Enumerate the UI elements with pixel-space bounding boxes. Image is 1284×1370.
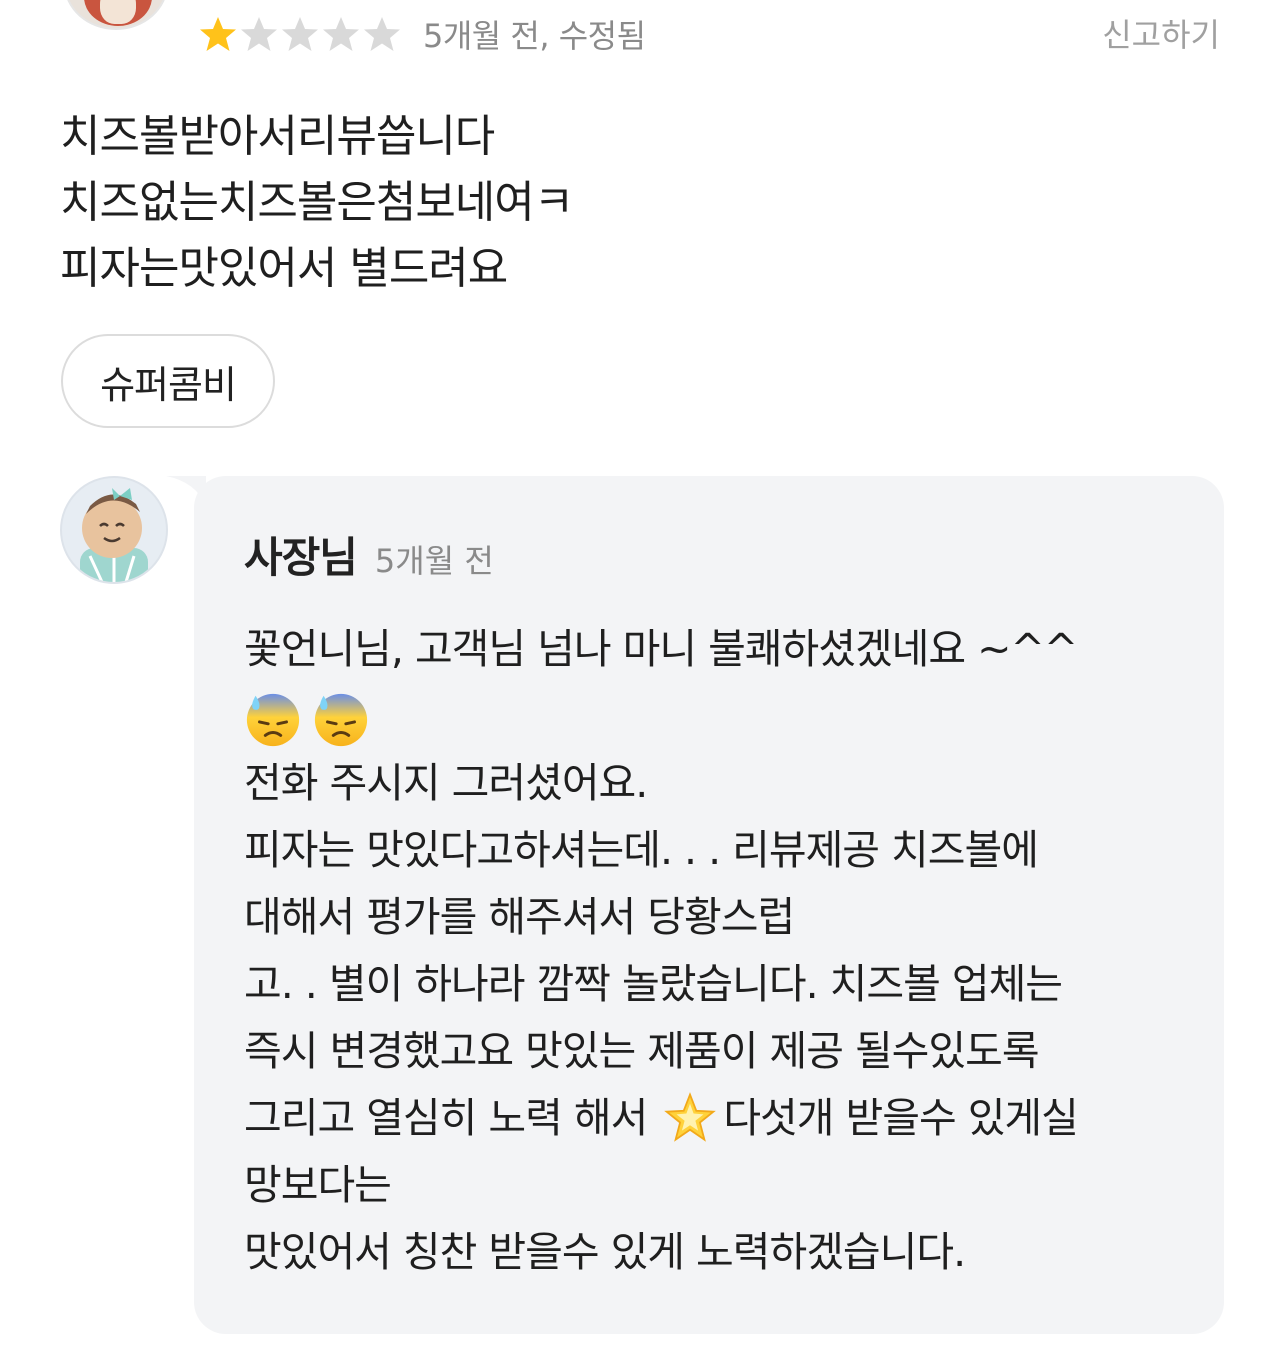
review-text-line: 치즈없는치즈볼은첨보네여ㅋ (60, 177, 574, 228)
reply-text-line: 꽃언니님, 고객님 넘나 마니 불쾌하셨겠네요 ~^^ (244, 625, 1078, 673)
owner-character-icon (80, 488, 148, 582)
rating-stars (198, 14, 403, 54)
review-text-line: 치즈볼받아서리뷰씁니다 (60, 111, 495, 162)
glowing-star-icon (664, 1092, 717, 1142)
reply-text-line: 즉시 변경했고요 맛있는 제품이 제공 될수있도록 (244, 1027, 1040, 1075)
reply-emoji-line (244, 683, 1204, 750)
review-page: 5개월 전, 수정됨 신고하기 치즈볼받아서리뷰씁니다 치즈없는치즈볼은첨보네여… (0, 0, 1284, 1370)
reply-text-line: 피자는 맛있다고하셔는데. . . 리뷰제공 치즈볼에 (244, 826, 1039, 874)
reply-text-line-with-star: 그리고 열심히 노력 해서 다섯개 받을수 있게실 (244, 1085, 1204, 1152)
review-meta-row: 5개월 전, 수정됨 (198, 12, 646, 56)
reply-date: 5개월 전 (374, 542, 494, 580)
reply-text-line: 맛있어서 칭찬 받을수 있게 노력하겠습니다. (244, 1228, 966, 1276)
menu-tag-chip[interactable]: 슈퍼콤비 (61, 334, 275, 428)
review-text-line: 피자는맛있어서 별드려요 (60, 243, 508, 294)
downcast-sweat-face-icon (314, 693, 368, 747)
reply-header: 사장님 5개월 전 (244, 524, 494, 585)
owner-name: 사장님 (244, 533, 358, 582)
reply-text-line: 전화 주시지 그러셨어요. (244, 759, 648, 807)
reply-text-segment: 그리고 열심히 노력 해서 (244, 1094, 648, 1142)
review-date: 5개월 전, 수정됨 (423, 17, 646, 55)
downcast-sweat-face-icon (246, 693, 300, 747)
reply-text-line: 대해서 평가를 해주셔서 당황스럽 (244, 893, 795, 941)
reviewer-avatar[interactable] (64, 0, 168, 30)
star-empty-icon (282, 17, 318, 51)
star-filled-icon (200, 17, 236, 51)
reply-text-line: 고. . 별이 하나라 깜짝 놀랐습니다. 치즈볼 업체는 (244, 960, 1063, 1008)
review-text: 치즈볼받아서리뷰씁니다 치즈없는치즈볼은첨보네여ㅋ 피자는맛있어서 별드려요 (60, 104, 574, 302)
star-empty-icon (241, 17, 277, 51)
star-empty-icon (364, 17, 400, 51)
owner-reply-text: 꽃언니님, 고객님 넘나 마니 불쾌하셨겠네요 ~^^ 전화 주시지 그러셨어요… (244, 616, 1204, 1286)
owner-avatar[interactable] (60, 476, 168, 584)
avatar-face (100, 0, 136, 24)
report-button[interactable]: 신고하기 (1102, 10, 1220, 56)
reply-text-line: 망보다는 (244, 1161, 392, 1209)
star-empty-icon (323, 17, 359, 51)
reply-text-segment: 다섯개 받을수 있게실 (723, 1094, 1079, 1142)
